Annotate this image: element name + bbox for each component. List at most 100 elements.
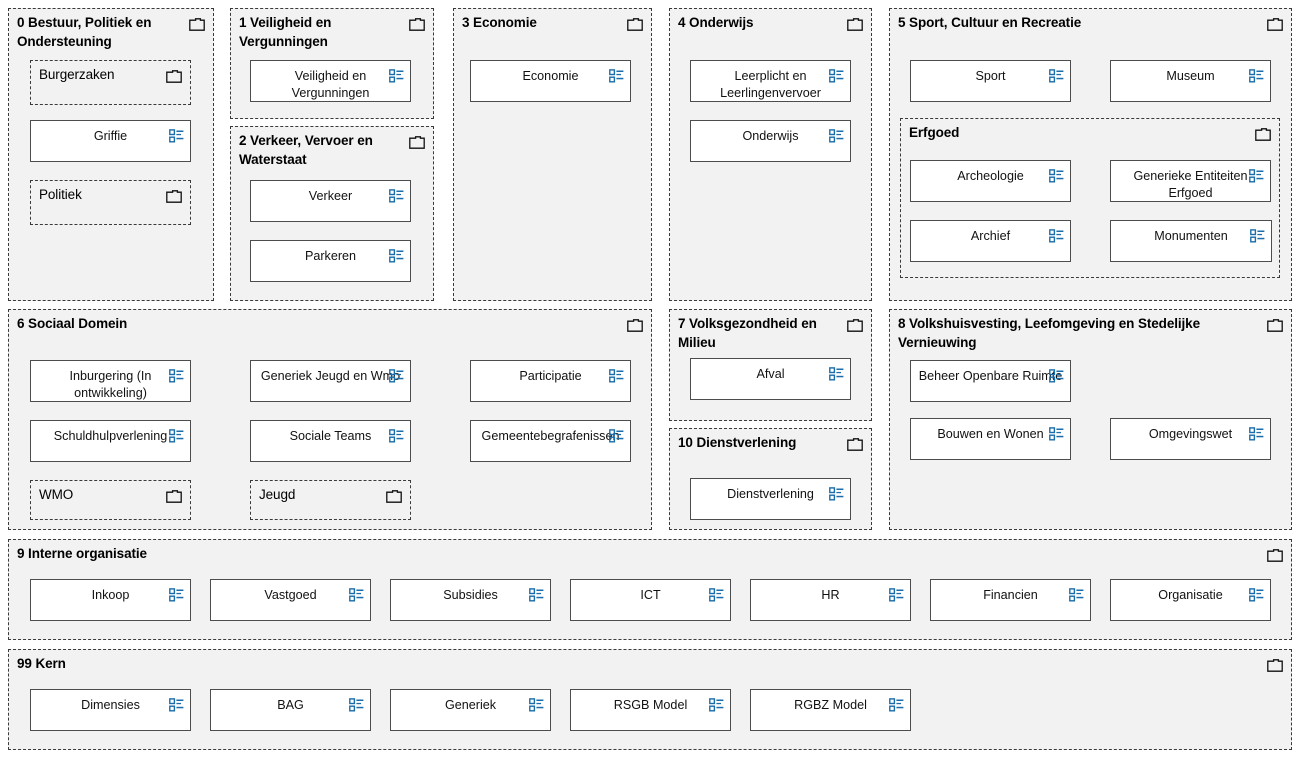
folder-icon	[847, 438, 863, 451]
element-box[interactable]: Beheer Openbare Ruimte	[910, 360, 1071, 402]
element-box[interactable]: Economie	[470, 60, 631, 102]
group-title: 0 Bestuur, Politiek en Ondersteuning	[17, 15, 152, 49]
group-title: 8 Volkshuisvesting, Leefomgeving en Sted…	[898, 316, 1200, 350]
element-label: Monumenten	[1154, 229, 1228, 243]
element-box[interactable]: BAG	[210, 689, 371, 731]
element-box[interactable]: Financien	[930, 579, 1091, 621]
element-box[interactable]: Generiek	[390, 689, 551, 731]
data-object-list-icon	[169, 698, 184, 712]
element-label: ICT	[640, 588, 661, 602]
data-object-list-icon	[829, 487, 844, 501]
element-label: Bouwen en Wonen	[937, 427, 1044, 441]
folder-icon	[1267, 659, 1283, 672]
data-object-list-icon	[1249, 588, 1264, 602]
element-label: Financien	[983, 588, 1038, 602]
element-label: Schuldhulpverlening	[53, 429, 168, 443]
element-box[interactable]: Vastgoed	[210, 579, 371, 621]
group-container[interactable]: Jeugd	[250, 480, 411, 520]
element-box[interactable]: Generieke Entiteiten Erfgoed	[1110, 160, 1271, 202]
element-box[interactable]: Archeologie	[910, 160, 1071, 202]
element-box[interactable]: Inburgering (In ontwikkeling)	[30, 360, 191, 402]
element-label: Dimensies	[81, 698, 140, 712]
group-title: 9 Interne organisatie	[17, 546, 147, 561]
element-box[interactable]: Participatie	[470, 360, 631, 402]
data-object-list-icon	[389, 69, 404, 83]
element-label: Beheer Openbare Ruimte	[918, 369, 1063, 383]
element-label: BAG	[277, 698, 304, 712]
folder-icon	[386, 490, 402, 503]
element-label: Dienstverlening	[727, 487, 814, 501]
element-box[interactable]: HR	[750, 579, 911, 621]
element-label: Sociale Teams	[289, 429, 372, 443]
element-box[interactable]: Sociale Teams	[250, 420, 411, 462]
element-label: Sport	[975, 69, 1006, 83]
data-object-list-icon	[889, 588, 904, 602]
element-label: Economie	[522, 69, 579, 83]
folder-icon	[627, 18, 643, 31]
element-box[interactable]: RSGB Model	[570, 689, 731, 731]
data-object-list-icon	[349, 588, 364, 602]
element-box[interactable]: Archief	[910, 220, 1071, 262]
element-box[interactable]: Dimensies	[30, 689, 191, 731]
element-box[interactable]: Sport	[910, 60, 1071, 102]
data-object-list-icon	[169, 588, 184, 602]
folder-icon	[1267, 549, 1283, 562]
element-box[interactable]: Subsidies	[390, 579, 551, 621]
element-box[interactable]: Onderwijs	[690, 120, 851, 162]
folder-icon	[166, 490, 182, 503]
data-object-list-icon	[1069, 588, 1084, 602]
element-box[interactable]: Omgevingswet	[1110, 418, 1271, 460]
element-box[interactable]: Generiek Jeugd en Wmo	[250, 360, 411, 402]
element-label: Generieke Entiteiten Erfgoed	[1133, 169, 1248, 200]
group-title: 1 Veiligheid en Vergunningen	[239, 15, 332, 49]
element-label: Archeologie	[957, 169, 1024, 183]
element-label: Leerplicht en Leerlingenvervoer	[720, 69, 821, 100]
element-box[interactable]: RGBZ Model	[750, 689, 911, 731]
data-object-list-icon	[169, 429, 184, 443]
data-object-list-icon	[169, 369, 184, 383]
group-container[interactable]: WMO	[30, 480, 191, 520]
element-box[interactable]: Inkoop	[30, 579, 191, 621]
element-box[interactable]: Verkeer	[250, 180, 411, 222]
data-object-list-icon	[529, 588, 544, 602]
folder-icon	[627, 319, 643, 332]
element-box[interactable]: Dienstverlening	[690, 478, 851, 520]
element-label: Onderwijs	[742, 129, 799, 143]
folder-icon	[1255, 128, 1271, 141]
group-title: Jeugd	[259, 487, 296, 502]
element-box[interactable]: Afval	[690, 358, 851, 400]
element-box[interactable]: Bouwen en Wonen	[910, 418, 1071, 460]
folder-icon	[1267, 18, 1283, 31]
group-title: Politiek	[39, 187, 82, 202]
element-box[interactable]: Veiligheid en Vergunningen	[250, 60, 411, 102]
data-object-list-icon	[709, 588, 724, 602]
data-object-list-icon	[889, 698, 904, 712]
element-box[interactable]: Parkeren	[250, 240, 411, 282]
data-object-list-icon	[1049, 69, 1064, 83]
element-box[interactable]: Leerplicht en Leerlingenvervoer	[690, 60, 851, 102]
folder-icon	[166, 70, 182, 83]
group-container[interactable]: 3 Economie	[453, 8, 652, 301]
element-box[interactable]: Gemeentebegrafenissen	[470, 420, 631, 462]
element-label: Participatie	[519, 369, 582, 383]
element-box[interactable]: Griffie	[30, 120, 191, 162]
element-box[interactable]: Organisatie	[1110, 579, 1271, 621]
element-box[interactable]: ICT	[570, 579, 731, 621]
element-label: Gemeentebegrafenissen	[481, 429, 620, 443]
element-label: Omgevingswet	[1148, 427, 1233, 441]
element-label: Museum	[1166, 69, 1215, 83]
element-label: Verkeer	[308, 189, 353, 203]
group-title: Burgerzaken	[39, 67, 115, 82]
data-object-list-icon	[389, 429, 404, 443]
element-box[interactable]: Schuldhulpverlening	[30, 420, 191, 462]
group-container[interactable]: Burgerzaken	[30, 60, 191, 105]
data-object-list-icon	[389, 249, 404, 263]
folder-icon	[409, 18, 425, 31]
data-object-list-icon	[1049, 369, 1064, 383]
element-label: Generiek	[444, 698, 497, 712]
group-title: 5 Sport, Cultuur en Recreatie	[898, 15, 1082, 30]
element-box[interactable]: Museum	[1110, 60, 1271, 102]
element-box[interactable]: Monumenten	[1110, 220, 1272, 262]
group-title: 2 Verkeer, Vervoer en Waterstaat	[239, 133, 373, 167]
group-container[interactable]: Politiek	[30, 180, 191, 225]
